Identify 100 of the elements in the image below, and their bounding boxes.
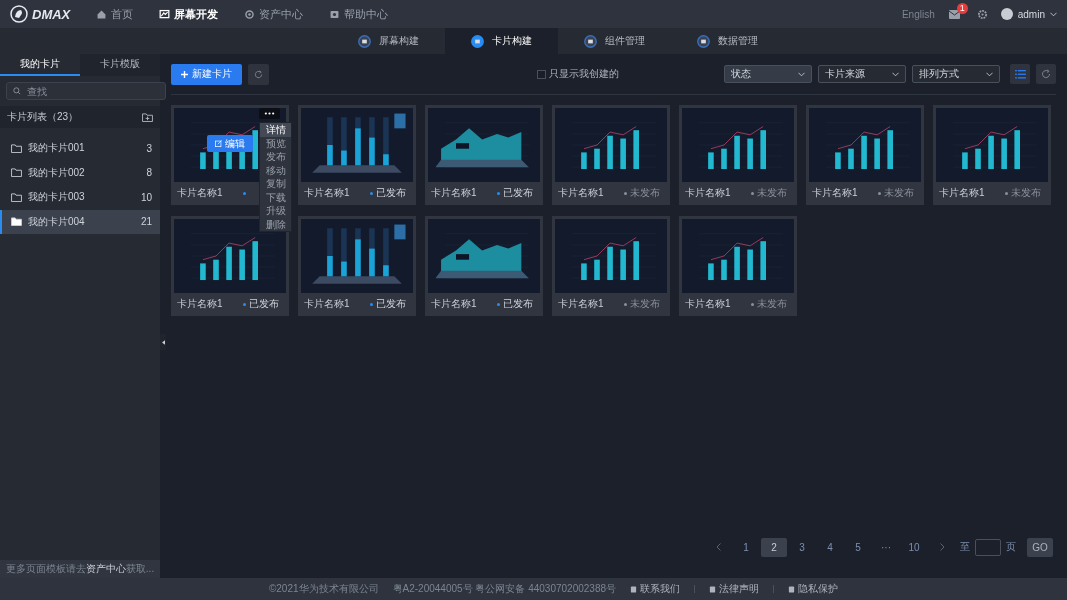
- folder-item[interactable]: 我的卡片004 21: [0, 209, 160, 234]
- plus-icon: [181, 70, 188, 78]
- list-view-button[interactable]: [1010, 64, 1030, 84]
- card[interactable]: 卡片名称1 未发布: [806, 105, 924, 205]
- page-button[interactable]: 10: [901, 537, 927, 557]
- refresh-icon: [254, 69, 263, 79]
- search-field[interactable]: 查找: [6, 82, 166, 100]
- page-input[interactable]: [975, 538, 1001, 556]
- card-status: 已发布: [503, 186, 533, 200]
- chevron-down-icon: [986, 71, 993, 77]
- card-icon: [471, 34, 484, 48]
- filter-dropdown[interactable]: 状态: [724, 65, 812, 83]
- card[interactable]: 卡片名称1 未发布: [679, 216, 797, 316]
- card[interactable]: 卡片名称1 未发布: [552, 216, 670, 316]
- menu-item[interactable]: 删除: [260, 217, 291, 231]
- page-button[interactable]: 5: [845, 537, 871, 557]
- footer-link[interactable]: 联系我们: [640, 582, 681, 596]
- edit-button[interactable]: 编辑: [207, 135, 253, 152]
- refresh-icon: [1041, 69, 1051, 79]
- page-button[interactable]: 3: [789, 537, 815, 557]
- card[interactable]: 卡片名称1 已发布: [298, 216, 416, 316]
- menu-item[interactable]: 下载: [260, 190, 291, 204]
- card[interactable]: 卡片名称1 未发布: [552, 105, 670, 205]
- card-name: 卡片名称1: [304, 186, 350, 200]
- chevron-down-icon: [798, 71, 805, 77]
- card[interactable]: 卡片名称1 已发布: [425, 216, 543, 316]
- card-status: 未发布: [630, 297, 660, 311]
- card-name: 卡片名称1: [177, 297, 223, 311]
- card[interactable]: 卡片名称1 未发布: [933, 105, 1051, 205]
- filter-dropdown[interactable]: 卡片来源: [818, 65, 906, 83]
- settings-icon[interactable]: [977, 9, 987, 19]
- card[interactable]: 卡片名称1 已发布: [298, 105, 416, 205]
- menu-item[interactable]: 预览: [260, 136, 291, 150]
- template-hint: 更多页面模板请去资产中心获取...: [5, 562, 155, 575]
- card-status: 已发布: [503, 297, 533, 311]
- card-name: 卡片名称1: [812, 186, 858, 200]
- filter-dropdown[interactable]: 排列方式: [912, 65, 1000, 83]
- camera-icon: [329, 8, 341, 20]
- checkbox[interactable]: [537, 69, 546, 79]
- sidebar-tab[interactable]: 卡片模版: [80, 54, 160, 76]
- page-button[interactable]: 1: [733, 537, 759, 557]
- nav-item[interactable]: 资产中心: [244, 6, 304, 22]
- go-button[interactable]: GO: [1027, 537, 1053, 557]
- goto-label: 至: [960, 540, 970, 554]
- card-status: 已发布: [376, 186, 406, 200]
- card[interactable]: 卡片名称1 已发布: [425, 105, 543, 205]
- checkbox-label[interactable]: 只显示我创建的: [549, 67, 619, 81]
- sub-tab[interactable]: 屏幕构建: [332, 28, 445, 54]
- card-name: 卡片名称1: [304, 297, 350, 311]
- card[interactable]: 卡片名称1 未发布: [679, 105, 797, 205]
- menu-item[interactable]: 移动: [260, 163, 291, 177]
- menu-item[interactable]: 详情: [260, 123, 291, 137]
- refresh-button[interactable]: [248, 63, 269, 85]
- folder-item[interactable]: 我的卡片002 8: [0, 160, 160, 185]
- sub-tab[interactable]: 组件管理: [558, 28, 671, 54]
- card-status: 未发布: [757, 186, 787, 200]
- nav-item[interactable]: 帮助中心: [329, 6, 389, 22]
- nav-item[interactable]: 首页: [96, 6, 134, 22]
- menu-item[interactable]: 复制: [260, 177, 291, 191]
- card-status: 已发布: [249, 297, 279, 311]
- card-status: 未发布: [884, 186, 914, 200]
- copyright-text: ©2021华为技术有限公司: [268, 582, 379, 596]
- footer-link[interactable]: 法律声明: [719, 582, 760, 596]
- logo-icon: [10, 5, 28, 23]
- user-name[interactable]: admin: [1017, 8, 1045, 20]
- avatar-icon[interactable]: [1000, 8, 1013, 20]
- folder-icon: [11, 192, 22, 202]
- list-icon: [1014, 69, 1026, 79]
- card-status: 未发布: [630, 186, 660, 200]
- card-name: 卡片名称1: [685, 186, 731, 200]
- mail-icon[interactable]: [948, 9, 960, 19]
- new-card-button[interactable]: 新建卡片: [171, 63, 242, 85]
- page-button[interactable]: 2: [761, 537, 787, 557]
- sub-tab[interactable]: 数据管理: [671, 28, 784, 54]
- card-name: 卡片名称1: [558, 297, 604, 311]
- card-name: 卡片名称1: [177, 186, 223, 200]
- card-name: 卡片名称1: [431, 297, 477, 311]
- card-status: 未发布: [757, 297, 787, 311]
- refresh-button[interactable]: [1036, 64, 1056, 84]
- chevron-down-icon: [1050, 11, 1057, 17]
- nav-item[interactable]: 屏幕开发: [159, 6, 219, 22]
- license-text: 粤A2-20044005号 粤公网安备 44030702002388号: [392, 582, 617, 596]
- new-folder-icon[interactable]: [142, 112, 153, 122]
- ellipsis-icon: [264, 112, 275, 115]
- folder-item[interactable]: 我的卡片003 10: [0, 185, 160, 210]
- menu-item[interactable]: 发布: [260, 150, 291, 164]
- next-page-icon[interactable]: [939, 543, 945, 551]
- collapse-handle[interactable]: [160, 334, 166, 350]
- sub-tab[interactable]: 卡片构建: [445, 28, 558, 54]
- more-button[interactable]: [259, 108, 280, 119]
- previous-page-icon[interactable]: [715, 543, 721, 551]
- page-button[interactable]: 4: [817, 537, 843, 557]
- folder-icon: [11, 143, 22, 153]
- footer-link[interactable]: 隐私保护: [798, 582, 839, 596]
- card-name: 卡片名称1: [431, 186, 477, 200]
- menu-item[interactable]: 升级: [260, 204, 291, 218]
- folder-item[interactable]: 我的卡片001 3: [0, 136, 160, 161]
- card-status: 未发布: [1011, 186, 1041, 200]
- page-button[interactable]: ···: [873, 537, 899, 557]
- card-status: 已发布: [376, 297, 406, 311]
